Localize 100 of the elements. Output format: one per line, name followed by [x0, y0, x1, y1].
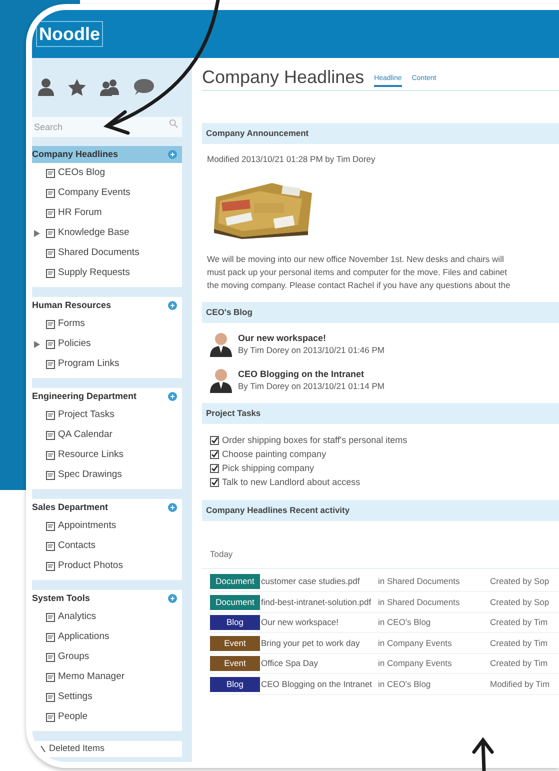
- add-icon[interactable]: [168, 392, 177, 401]
- page-icon: [46, 208, 55, 218]
- item-link[interactable]: CEO Blogging on the Intranet: [260, 678, 378, 690]
- table-cell: Created by Sop: [490, 575, 550, 588]
- page-icon: [46, 652, 55, 662]
- type-badge: Event: [210, 656, 260, 671]
- table-cell: Created by Tim: [490, 657, 548, 670]
- sidebar-item[interactable]: Policies: [58, 336, 91, 352]
- item-link[interactable]: Our new workspace!: [260, 616, 378, 629]
- page-icon: [46, 712, 55, 722]
- sidebar-item[interactable]: Knowledge Base: [58, 226, 130, 240]
- item-link[interactable]: find-best-intranet-solution.pdf: [260, 596, 378, 608]
- page-icon: [46, 340, 55, 348]
- type-badge: Document: [210, 574, 260, 589]
- checkbox[interactable]: [210, 478, 219, 488]
- table-cell-text: in Shared Documents: [378, 575, 461, 588]
- post-byline: By Tim Dorey on 2013/10/21 01:14 PM: [238, 380, 384, 392]
- sidebar-item[interactable]: Project Tasks: [58, 408, 114, 422]
- group-label: Today: [210, 548, 233, 559]
- page-title: Company Headlines: [202, 66, 364, 88]
- page-icon: [46, 320, 55, 328]
- table-cell-text: in Company Events: [378, 657, 453, 670]
- page-icon: [46, 562, 55, 570]
- sidebar-item[interactable]: People: [58, 710, 88, 724]
- section-header[interactable]: Engineering Department: [32, 388, 182, 405]
- avatar: [210, 330, 232, 357]
- add-icon[interactable]: [168, 503, 177, 512]
- item-link[interactable]: customer case studies.pdf: [260, 575, 378, 588]
- person-icon[interactable]: [38, 78, 54, 96]
- checkbox[interactable]: [210, 450, 219, 460]
- sidebar-item[interactable]: Program Links: [58, 356, 120, 372]
- add-icon[interactable]: [168, 594, 177, 603]
- section-title: Project Tasks: [206, 406, 261, 420]
- sidebar-item[interactable]: Applications: [58, 630, 110, 644]
- search-field[interactable]: Search: [32, 117, 182, 137]
- task-label: Pick shipping company: [222, 462, 314, 475]
- modified-info: Modified 2013/10/21 01:28 PM by Tim Dorey: [206, 153, 376, 166]
- logo: Noodle: [36, 21, 103, 47]
- page-icon: [46, 168, 55, 178]
- paragraph-line: We will be moving into our new office November 1st. New desks and chairs will: [207, 252, 505, 266]
- table-cell: Created by Tim: [490, 616, 548, 629]
- add-icon[interactable]: [168, 301, 177, 310]
- post-title[interactable]: CEO Blogging on the Intranet: [238, 368, 384, 380]
- expand-icon[interactable]: [34, 340, 42, 348]
- people-icon[interactable]: [100, 78, 120, 96]
- table-cell: Created by Tim: [490, 636, 548, 650]
- paragraph-line: the moving company. Please contact Rachel if you have any questions about the: [207, 278, 512, 292]
- sidebar-item[interactable]: Spec Drawings: [58, 468, 122, 482]
- section-header[interactable]: Company Headlines: [32, 146, 182, 163]
- type-badge: Event: [210, 636, 260, 650]
- section-header[interactable]: Human Resources: [32, 297, 182, 314]
- page-icon: [46, 430, 55, 440]
- checkbox[interactable]: [210, 436, 219, 446]
- sidebar-item[interactable]: Appointments: [58, 518, 116, 534]
- sidebar-item[interactable]: Settings: [58, 690, 92, 704]
- item-link[interactable]: Bring your pet to work day: [260, 636, 378, 650]
- expand-icon[interactable]: [34, 230, 42, 236]
- table-cell: Modified by Tim: [490, 678, 550, 690]
- table-cell-text: in Shared Documents: [378, 596, 461, 608]
- task-label: Order shipping boxes for staff's personal items: [222, 434, 408, 447]
- sidebar-item[interactable]: Shared Documents: [58, 246, 140, 260]
- sidebar-item[interactable]: Product Photos: [58, 558, 123, 574]
- post-title[interactable]: Our new workspace!: [238, 332, 384, 344]
- page-icon: [46, 522, 55, 530]
- section-title: Company Headlines Recent activity: [206, 504, 350, 517]
- sidebar-item[interactable]: Supply Requests: [58, 266, 130, 280]
- sidebar-item[interactable]: CEOs Blog: [58, 166, 105, 180]
- sidebar-item[interactable]: Groups: [58, 650, 90, 664]
- sidebar-item[interactable]: Company Events: [58, 186, 130, 200]
- sidebar-item[interactable]: Memo Manager: [58, 670, 125, 684]
- star-icon[interactable]: [68, 78, 86, 96]
- page-icon: [46, 692, 55, 702]
- page-icon: [46, 228, 55, 238]
- chat-bubble-icon[interactable]: [134, 79, 154, 95]
- add-icon[interactable]: [168, 150, 177, 159]
- sidebar-item[interactable]: Resource Links: [58, 448, 124, 462]
- page-icon: [46, 612, 55, 622]
- page-icon: [46, 542, 55, 550]
- page-icon: [46, 360, 55, 368]
- avatar: [210, 366, 232, 393]
- task-label: Talk to new Landlord about access: [222, 476, 360, 489]
- page-icon: [46, 410, 55, 420]
- sidebar-item[interactable]: Forms: [58, 316, 85, 332]
- sidebar-item[interactable]: Contacts: [58, 538, 96, 554]
- page-icon: [46, 450, 55, 460]
- section-header[interactable]: System Tools: [32, 590, 182, 607]
- checkbox[interactable]: [210, 464, 219, 474]
- type-badge: Blog: [210, 676, 260, 692]
- up-arrow: [472, 737, 494, 771]
- item-link[interactable]: Office Spa Day: [260, 657, 378, 670]
- page-icon: [46, 672, 55, 682]
- page-icon: [46, 470, 55, 480]
- task-label: Choose painting company: [222, 448, 326, 461]
- sidebar-item[interactable]: HR Forum: [58, 206, 102, 220]
- section-title: Company Announcement: [206, 127, 309, 140]
- type-badge: Blog: [210, 615, 260, 630]
- page-icon: [46, 268, 55, 278]
- sidebar-item[interactable]: Analytics: [58, 610, 96, 624]
- sidebar-item[interactable]: QA Calendar: [58, 428, 112, 442]
- section-header[interactable]: Sales Department: [32, 499, 182, 516]
